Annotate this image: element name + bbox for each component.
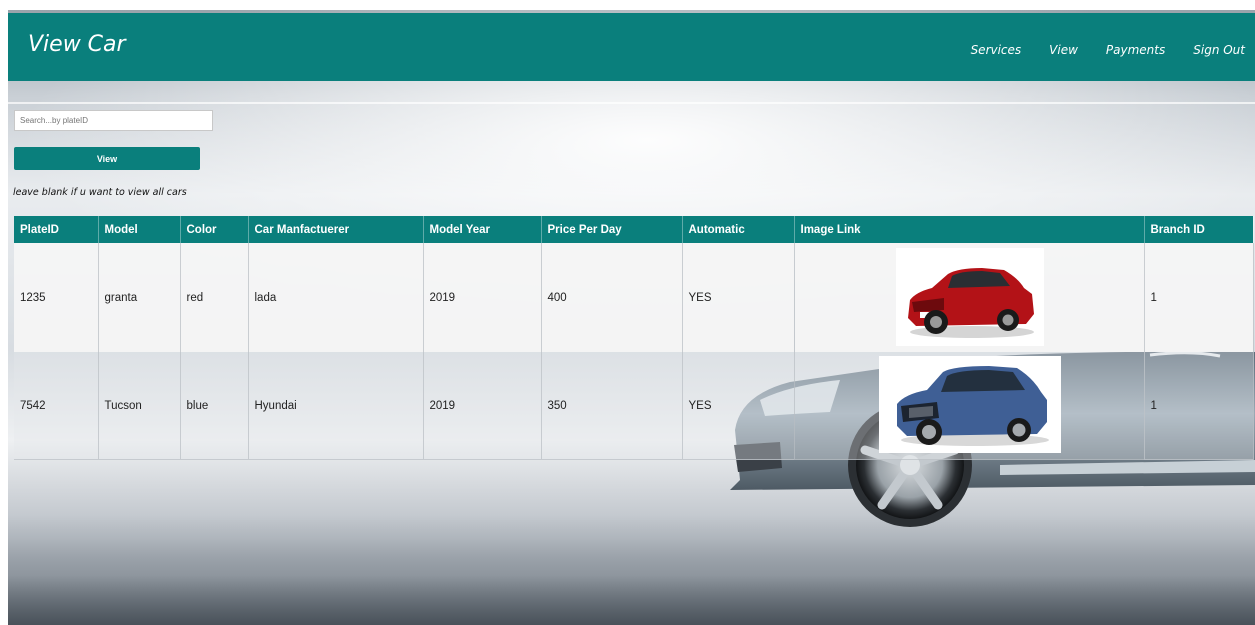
column-header-price-per-day: Price Per Day xyxy=(541,216,683,243)
divider xyxy=(8,102,1255,104)
column-header-model: Model xyxy=(98,216,181,243)
view-button[interactable]: View xyxy=(14,147,200,170)
cell-plateid: 1235 xyxy=(14,243,99,352)
cell-model-year: 2019 xyxy=(423,352,542,460)
background-floor xyxy=(8,515,1255,625)
cell-color: red xyxy=(180,243,249,352)
cell-manufacturer: lada xyxy=(248,243,424,352)
column-header-manufacturer: Car Manfactuerer xyxy=(248,216,424,243)
column-header-branch-id: Branch ID xyxy=(1144,216,1254,243)
car-thumbnail-lada-granta xyxy=(895,248,1044,346)
top-navbar: View Car Services View Payments Sign Out xyxy=(8,13,1255,81)
cell-price-per-day: 400 xyxy=(541,243,683,352)
nav-link-sign-out[interactable]: Sign Out xyxy=(1193,43,1245,57)
column-header-color: Color xyxy=(180,216,249,243)
cell-image xyxy=(794,243,1145,352)
table-row: 1235 granta red lada 2019 400 YES 1 xyxy=(14,243,1254,352)
cell-plateid: 7542 xyxy=(14,352,99,460)
table-row: 7542 Tucson blue Hyundai 2019 350 YES 1 xyxy=(14,352,1254,460)
cell-model: granta xyxy=(98,243,181,352)
search-input[interactable] xyxy=(14,110,213,131)
cell-manufacturer: Hyundai xyxy=(248,352,424,460)
cell-branch-id: 1 xyxy=(1144,243,1254,352)
cell-color: blue xyxy=(180,352,249,460)
nav-link-services[interactable]: Services xyxy=(971,43,1022,57)
table-header-row: PlateID Model Color Car Manfactuerer Mod… xyxy=(14,216,1254,243)
column-header-image-link: Image Link xyxy=(794,216,1145,243)
cars-table: PlateID Model Color Car Manfactuerer Mod… xyxy=(14,216,1254,460)
cell-branch-id: 1 xyxy=(1144,352,1254,460)
cell-model-year: 2019 xyxy=(423,243,542,352)
cell-automatic: YES xyxy=(682,352,795,460)
nav-link-view[interactable]: View xyxy=(1049,43,1078,57)
column-header-model-year: Model Year xyxy=(423,216,542,243)
column-header-automatic: Automatic xyxy=(682,216,795,243)
column-header-plateid: PlateID xyxy=(14,216,99,243)
nav-link-payments[interactable]: Payments xyxy=(1106,43,1165,57)
car-thumbnail-hyundai-tucson xyxy=(878,356,1061,453)
nav-menu: Services View Payments Sign Out xyxy=(943,43,1245,57)
page-title: View Car xyxy=(28,32,126,57)
search-hint-text: leave blank if u want to view all cars xyxy=(13,187,187,198)
cell-automatic: YES xyxy=(682,243,795,352)
cell-price-per-day: 350 xyxy=(541,352,683,460)
cell-model: Tucson xyxy=(98,352,181,460)
cell-image xyxy=(794,352,1145,460)
